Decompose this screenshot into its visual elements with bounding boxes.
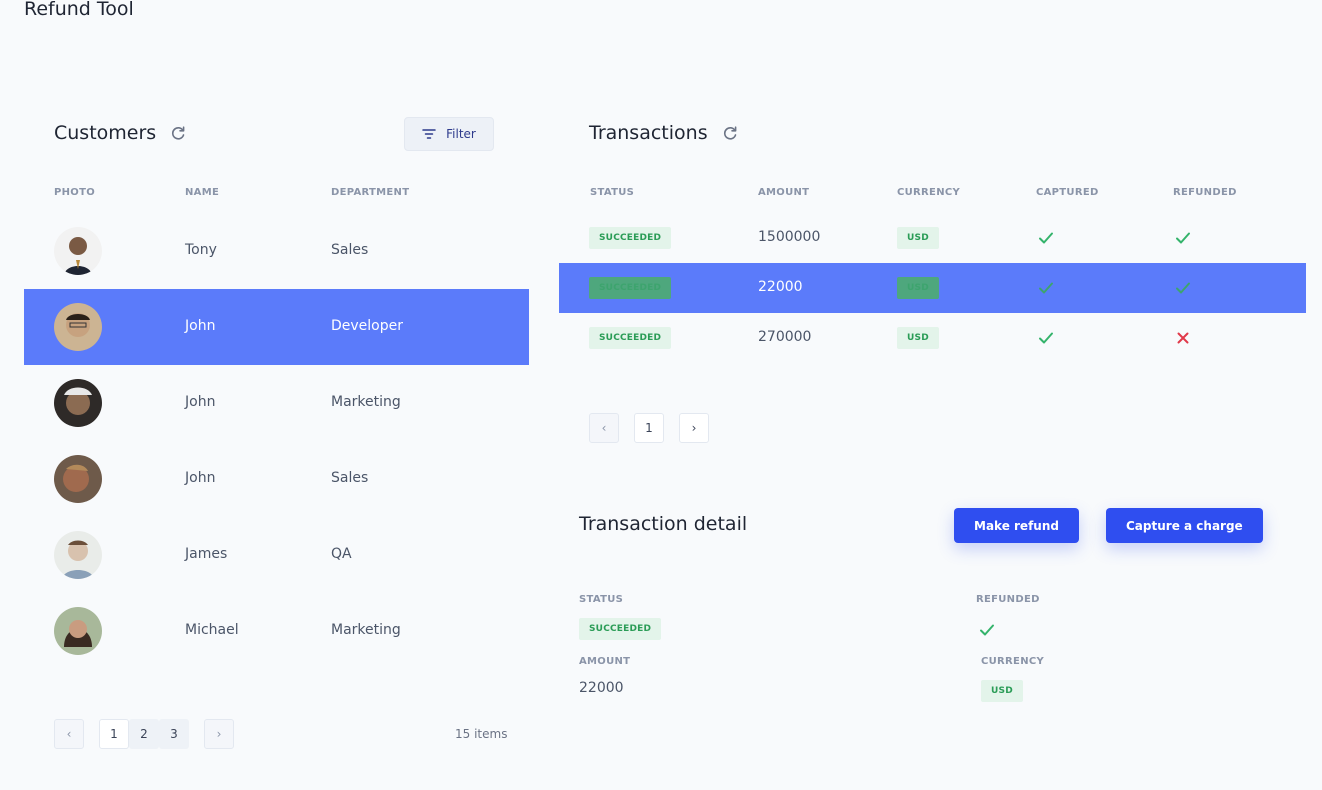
- currency-label: CURRENCY: [981, 656, 1045, 667]
- status-badge: SUCCEEDED: [579, 618, 662, 640]
- avatar: [54, 303, 102, 351]
- check-icon: [1175, 280, 1191, 296]
- capture-charge-button[interactable]: Capture a charge: [1106, 508, 1263, 543]
- customer-department: QA: [331, 546, 352, 562]
- status-badge: SUCCEEDED: [589, 227, 672, 249]
- avatar: [54, 455, 102, 503]
- items-count: 15 items: [455, 727, 508, 741]
- filter-icon: [422, 128, 436, 140]
- customer-name: Michael: [185, 622, 239, 638]
- column-header-photo: PHOTO: [54, 187, 96, 198]
- customer-row[interactable]: Michael Marketing: [24, 593, 529, 669]
- status-badge: SUCCEEDED: [589, 327, 672, 349]
- status-badge: SUCCEEDED: [589, 277, 672, 299]
- avatar: [54, 607, 102, 655]
- column-header-currency: CURRENCY: [897, 187, 961, 198]
- close-icon: [1175, 330, 1191, 346]
- page-1-button[interactable]: 1: [634, 413, 664, 443]
- customers-title: Customers: [54, 122, 157, 144]
- currency-badge: USD: [897, 327, 939, 349]
- make-refund-button[interactable]: Make refund: [954, 508, 1079, 543]
- transaction-amount: 22000: [758, 279, 803, 295]
- refresh-icon[interactable]: [170, 125, 186, 141]
- customer-department: Sales: [331, 470, 369, 486]
- column-header-status: STATUS: [590, 187, 635, 198]
- transaction-detail-title: Transaction detail: [579, 513, 748, 535]
- avatar: [54, 531, 102, 579]
- customer-department: Sales: [331, 242, 369, 258]
- avatar: [54, 379, 102, 427]
- customer-name: John: [185, 394, 216, 410]
- transaction-amount: 270000: [758, 329, 812, 345]
- customer-name: John: [185, 470, 216, 486]
- customers-panel: Customers Filter PHOTO NAME DEPARTMENT T…: [24, 112, 529, 772]
- currency-badge: USD: [897, 277, 939, 299]
- check-icon: [1038, 330, 1054, 346]
- check-icon: [1038, 280, 1054, 296]
- filter-label: Filter: [446, 127, 476, 141]
- transactions-panel: Transactions STATUS AMOUNT CURRENCY CAPT…: [559, 112, 1306, 457]
- column-header-department: DEPARTMENT: [331, 187, 410, 198]
- status-label: STATUS: [579, 594, 624, 605]
- transaction-row[interactable]: SUCCEEDED 1500000 USD: [559, 213, 1306, 263]
- check-icon: [979, 622, 995, 638]
- page-1-button[interactable]: 1: [99, 719, 129, 749]
- currency-badge: USD: [981, 680, 1023, 702]
- check-icon: [1175, 230, 1191, 246]
- transaction-row[interactable]: SUCCEEDED 270000 USD: [559, 313, 1306, 363]
- currency-badge: USD: [897, 227, 939, 249]
- column-header-name: NAME: [185, 187, 220, 198]
- customer-row-selected[interactable]: John Developer: [24, 289, 529, 365]
- page-3-button[interactable]: 3: [159, 719, 189, 749]
- transactions-header: Transactions: [589, 122, 738, 144]
- page-2-button[interactable]: 2: [129, 719, 159, 749]
- amount-value: 22000: [579, 680, 624, 696]
- prev-page-button[interactable]: ‹: [54, 719, 84, 749]
- avatar: [54, 227, 102, 275]
- filter-button[interactable]: Filter: [404, 117, 494, 151]
- column-header-refunded: REFUNDED: [1173, 187, 1237, 198]
- customers-pagination: ‹ 1 2 3 ›: [54, 719, 234, 749]
- customer-department: Marketing: [331, 394, 401, 410]
- transaction-detail-panel: Transaction detail Make refund Capture a…: [559, 500, 1306, 730]
- amount-label: AMOUNT: [579, 656, 631, 667]
- customer-row[interactable]: John Marketing: [24, 365, 529, 441]
- customer-name: James: [185, 546, 228, 562]
- column-header-amount: AMOUNT: [758, 187, 810, 198]
- prev-page-button[interactable]: ‹: [589, 413, 619, 443]
- customer-row[interactable]: James QA: [24, 517, 529, 593]
- customer-row[interactable]: John Sales: [24, 441, 529, 517]
- customer-department: Developer: [331, 318, 404, 334]
- customer-department: Marketing: [331, 622, 401, 638]
- transaction-amount: 1500000: [758, 229, 821, 245]
- next-page-button[interactable]: ›: [679, 413, 709, 443]
- customers-header: Customers: [54, 122, 186, 144]
- transactions-title: Transactions: [589, 122, 708, 144]
- refunded-label: REFUNDED: [976, 594, 1040, 605]
- customer-name: Tony: [185, 242, 217, 258]
- customer-name: John: [185, 318, 216, 334]
- column-header-captured: CAPTURED: [1036, 187, 1099, 198]
- app-title: Refund Tool: [24, 0, 134, 20]
- next-page-button[interactable]: ›: [204, 719, 234, 749]
- transaction-row-selected[interactable]: SUCCEEDED 22000 USD: [559, 263, 1306, 313]
- check-icon: [1038, 230, 1054, 246]
- refresh-icon[interactable]: [722, 125, 738, 141]
- transactions-pagination: ‹ 1 ›: [589, 413, 709, 443]
- customer-row[interactable]: Tony Sales: [24, 213, 529, 289]
